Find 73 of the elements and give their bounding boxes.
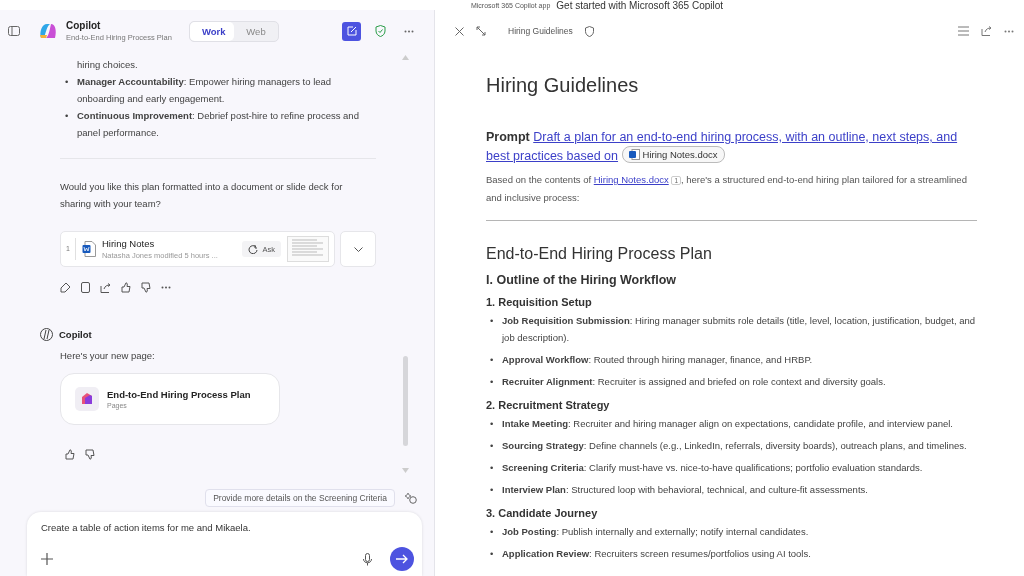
shield-icon[interactable] [584,25,594,37]
bullet-marker: • [490,353,495,367]
bullet-marker: • [490,417,495,431]
microphone-icon[interactable] [363,552,372,566]
bullet-marker: • [490,525,495,539]
shield-icon[interactable] [375,25,386,37]
response-text: Would you like this plan formatted into a document or slide deck for sharing with your team? [60,180,344,211]
more-icon[interactable] [1004,29,1014,33]
copilot-icon [40,328,53,341]
share-icon[interactable] [100,282,111,293]
bullet-item: Application Review: Recruiters screen resumes/portfolios using AI tools. [502,547,811,561]
more-icon[interactable] [161,286,171,289]
document-tab-title: Hiring Guidelines [508,26,573,36]
bullet-item: Screening Criteria: Clarify must-have vs. nice-to-have qualifications; portfolio evaluation standards. [502,461,923,475]
subsection-heading: 3. Candidate Journey [486,507,599,519]
document-thumbnail [287,236,329,262]
bullet-marker: • [490,314,495,328]
bullet-marker: • [490,483,495,497]
thumbs-up-icon[interactable] [65,449,75,460]
expand-icon[interactable] [476,26,486,36]
chevron-down-icon [353,246,363,252]
subsection-heading: 1. Requisition Setup [486,296,593,308]
bullet-marker: • [490,547,495,561]
prompt-text: Prompt Draft a plan for an end-to-end hiring process, with an outline, next steps, and best practices based on Hiring Notes.docx [486,129,959,165]
bullet-marker: • [65,75,70,89]
file-name: Hiring Notes [101,238,156,249]
file-link[interactable]: Hiring Notes.docx [593,174,669,185]
bullet-item: Continuous Improvement: Debrief post-hire to refine process and panel performance. [77,109,360,140]
word-file-icon [628,149,640,160]
bullet-item: Manager Accountability: Empower hiring managers to lead onboarding and early engagement. [77,75,333,106]
app-title: Copilot [66,20,102,31]
bullet-marker: • [490,461,495,475]
bullet-marker: • [65,109,70,123]
pages-app-icon [75,387,99,411]
bullet-item: Recruiter Alignment: Recruiter is assigned and briefed on role context and diversity goals. [502,375,886,389]
bullet-marker: • [490,439,495,453]
bullet-item: Job Posting: Publish internally and externally; notify internal candidates. [502,525,809,539]
scrollbar-thumb[interactable] [402,356,408,446]
video-title: Get started with Microsoft 365 Copilot [556,0,724,10]
bullet-item: Job Requisition Submission: Hiring manager submits role details (title, level, location, justification, budget, and job description). [502,314,977,345]
copy-icon[interactable] [81,282,90,293]
subsection-heading: 2. Recruitment Strategy [486,399,611,411]
response-text: hiring choices. [77,58,139,72]
compose-icon [346,26,357,36]
message-input[interactable]: Create a table of action items for me and Mikaela. [41,522,414,533]
thumbs-up-icon[interactable] [121,282,131,293]
bullet-item: Intake Meeting: Recruiter and hiring manager align on expectations, candidate profile, and interview panel. [502,417,953,431]
new-chat-button[interactable] [342,21,361,41]
suggestion-chip[interactable]: Provide more details on the Screening Criteria [205,489,395,507]
bullet-marker: • [490,375,495,389]
share-icon[interactable] [981,26,992,36]
bullet-item: Approval Workflow: Routed through hiring manager, finance, and HRBP. [502,353,813,367]
thumbs-down-icon[interactable] [141,282,151,293]
response-text: Here's your new page: [60,350,156,361]
page-title: Hiring Guidelines [486,74,640,97]
attachment-chip[interactable]: Hiring Notes.docx [621,146,725,163]
page-title: End-to-End Hiring Process Plan [107,389,251,400]
bullet-item: Sourcing Strategy: Define channels (e.g., LinkedIn, referrals, diversity boards), outreach plans, and timelines. [502,439,967,453]
sender-name: Copilot [59,329,92,340]
close-icon[interactable] [455,26,464,36]
arrow-right-icon [396,554,408,564]
section-heading: I. Outline of the Hiring Workflow [486,273,678,287]
more-icon[interactable] [404,29,414,33]
refresh-icon [248,244,259,254]
bullet-item: Interview Plan: Structured loop with behavioral, technical, and culture-fit assessments. [502,483,868,497]
word-file-icon [81,241,96,257]
sidebar-icon[interactable] [8,26,20,36]
thumbs-down-icon[interactable] [85,449,95,460]
plan-heading: End-to-End Hiring Process Plan [486,245,713,263]
mode-tab[interactable]: Work [190,21,234,41]
add-icon[interactable] [41,553,53,565]
send-button[interactable] [390,547,414,571]
copilot-logo-icon [38,22,58,40]
